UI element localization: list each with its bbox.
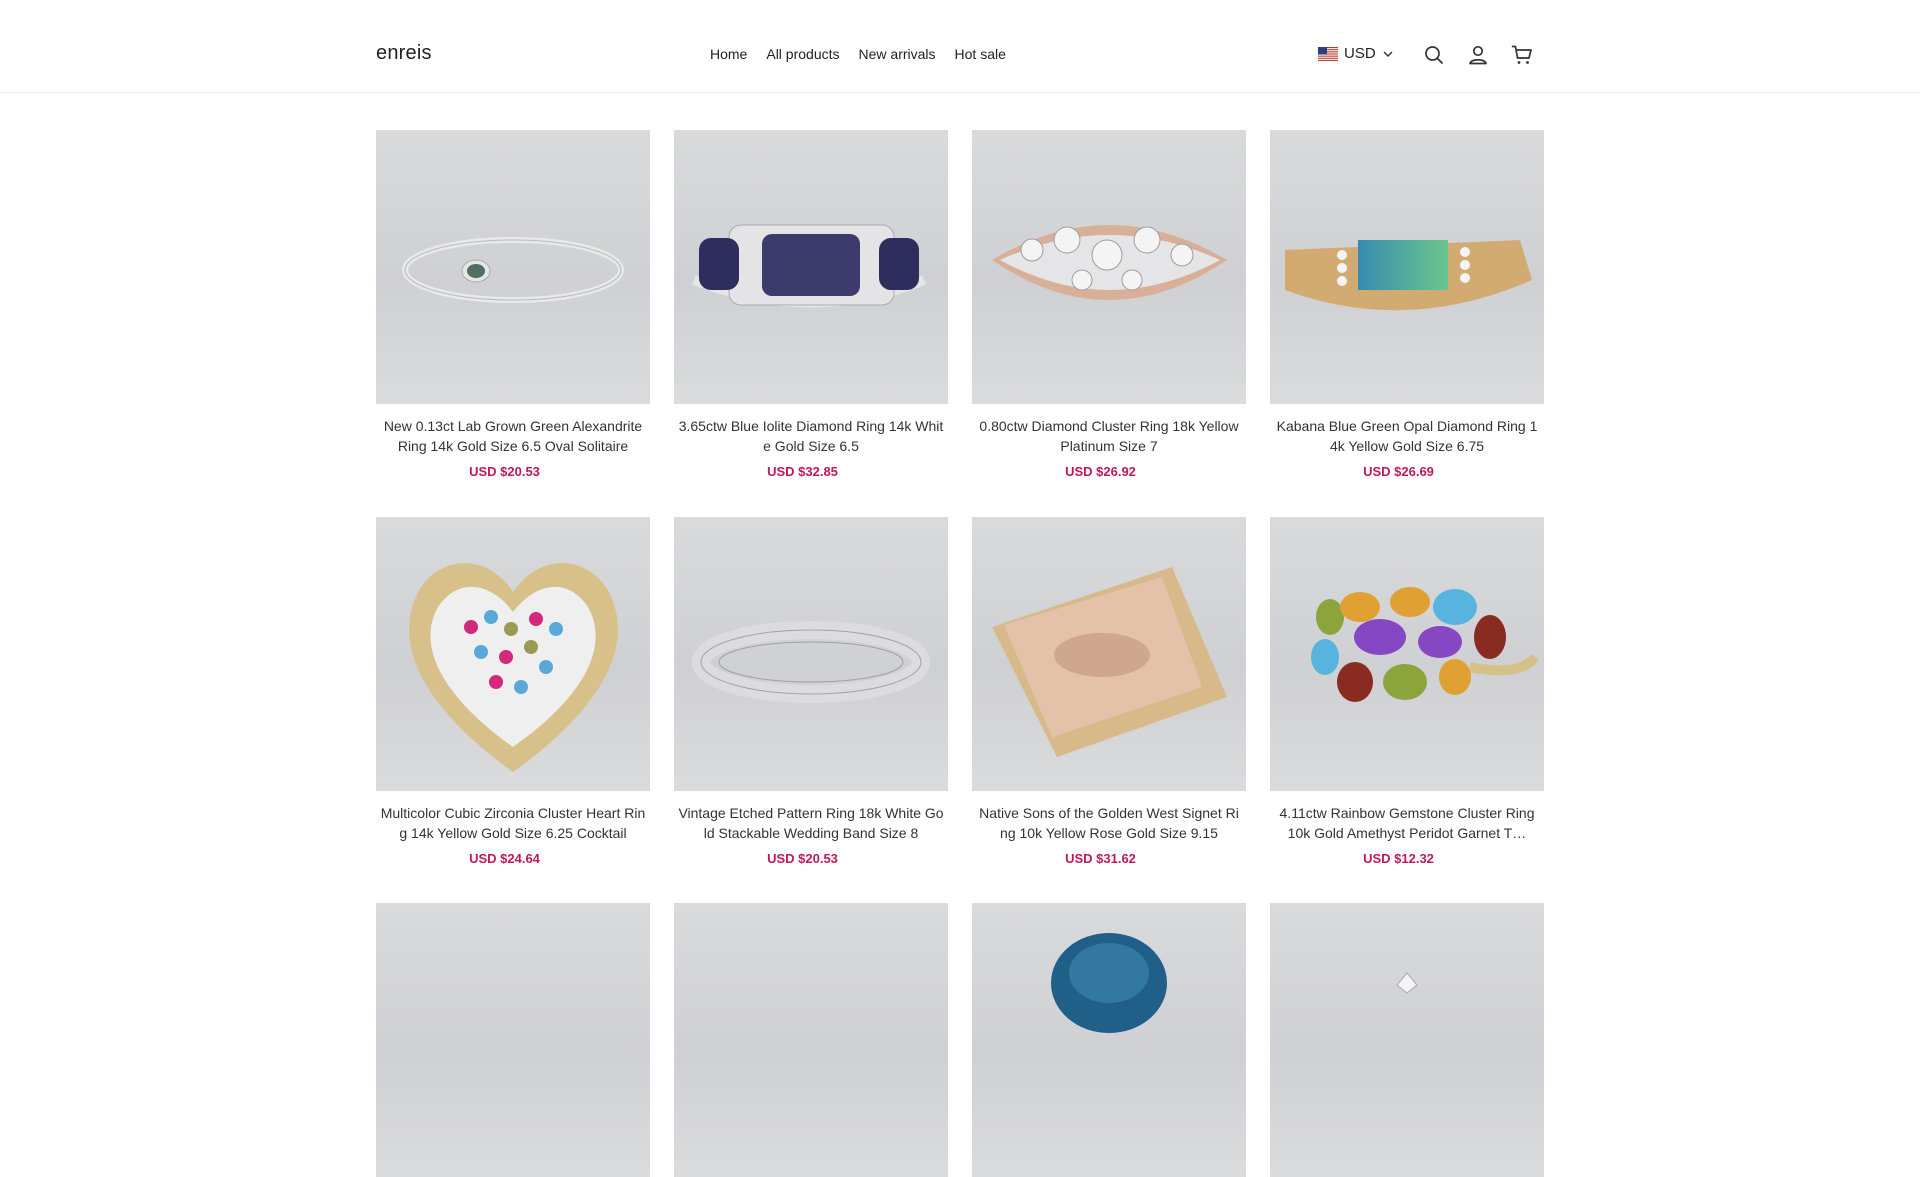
product-image[interactable]: [1270, 517, 1544, 791]
nav-hot-sale[interactable]: Hot sale: [955, 46, 1006, 62]
product-image[interactable]: [376, 903, 650, 1177]
product-card[interactable]: Vintage Etched Pattern Ring 18k White Go…: [674, 517, 948, 866]
ring-image-alexandrite: [402, 237, 624, 303]
chevron-down-icon: [1383, 51, 1393, 57]
us-flag-icon: [1318, 46, 1338, 61]
ring-image-heart: [409, 563, 618, 772]
product-image[interactable]: [376, 130, 650, 404]
user-icon[interactable]: [1466, 43, 1490, 67]
product-title[interactable]: Native Sons of the Golden West Signet Ri…: [972, 803, 1246, 843]
main-nav: Home All products New arrivals Hot sale: [710, 46, 1006, 62]
product-title[interactable]: Vintage Etched Pattern Ring 18k White Go…: [674, 803, 948, 843]
product-image[interactable]: [972, 517, 1246, 791]
product-card[interactable]: New 0.13ct Lab Grown Green Alexandrite R…: [376, 130, 650, 479]
product-card[interactable]: 0.80ctw Diamond Cluster Ring 18k Yellow …: [972, 130, 1246, 479]
brand-logo[interactable]: enreis: [376, 42, 432, 65]
product-price: USD $26.92: [1065, 464, 1136, 479]
product-title[interactable]: New 0.13ct Lab Grown Green Alexandrite R…: [376, 416, 650, 456]
product-image[interactable]: [972, 903, 1246, 1177]
ring-image-iolite: [692, 224, 926, 308]
product-title[interactable]: Multicolor Cubic Zirconia Cluster Heart …: [376, 803, 650, 843]
product-title[interactable]: 3.65ctw Blue Iolite Diamond Ring 14k Whi…: [674, 416, 948, 456]
product-price: USD $12.32: [1363, 851, 1434, 866]
ring-image-blue-topaz: [1051, 933, 1167, 1033]
search-icon[interactable]: [1422, 43, 1446, 67]
currency-selector[interactable]: USD: [1318, 45, 1394, 62]
product-card[interactable]: Multicolor Cubic Zirconia Cluster Heart …: [376, 517, 650, 866]
product-image[interactable]: [674, 130, 948, 404]
product-image[interactable]: [674, 517, 948, 791]
product-price: USD $20.53: [469, 464, 540, 479]
product-card[interactable]: Native Sons of the Golden West Signet Ri…: [972, 517, 1246, 866]
ring-image-signet: [992, 567, 1227, 757]
product-card[interactable]: 4.11ctw Rainbow Gemstone Cluster Ring 10…: [1270, 517, 1544, 866]
ring-image-opal: [1285, 240, 1532, 311]
product-image[interactable]: [1270, 903, 1544, 1177]
currency-code: USD: [1344, 45, 1376, 62]
product-price: USD $32.85: [767, 464, 838, 479]
product-title[interactable]: 4.11ctw Rainbow Gemstone Cluster Ring 10…: [1270, 803, 1544, 843]
ring-image-diamond-cluster: [992, 225, 1227, 300]
product-image[interactable]: [1270, 130, 1544, 404]
product-image[interactable]: [376, 517, 650, 791]
product-price: USD $26.69: [1363, 464, 1434, 479]
product-title[interactable]: 0.80ctw Diamond Cluster Ring 18k Yellow …: [972, 416, 1246, 456]
nav-all-products[interactable]: All products: [766, 46, 839, 62]
ring-image-band: [692, 621, 930, 703]
product-card[interactable]: [1270, 903, 1544, 1177]
product-card[interactable]: [674, 903, 948, 1177]
ring-image-rainbow-cluster: [1311, 587, 1539, 702]
product-title[interactable]: Kabana Blue Green Opal Diamond Ring 14k …: [1270, 416, 1544, 456]
nav-new-arrivals[interactable]: New arrivals: [859, 46, 936, 62]
product-image[interactable]: [972, 130, 1246, 404]
cart-icon[interactable]: [1510, 43, 1534, 67]
product-card[interactable]: 3.65ctw Blue Iolite Diamond Ring 14k Whi…: [674, 130, 948, 479]
ring-image-marquise: [1396, 972, 1418, 994]
product-price: USD $20.53: [767, 851, 838, 866]
nav-home[interactable]: Home: [710, 46, 747, 62]
product-image[interactable]: [674, 903, 948, 1177]
site-header: enreis Home All products New arrivals Ho…: [0, 0, 1920, 93]
product-price: USD $24.64: [469, 851, 540, 866]
product-card[interactable]: [972, 903, 1246, 1177]
product-card[interactable]: Kabana Blue Green Opal Diamond Ring 14k …: [1270, 130, 1544, 479]
product-card[interactable]: [376, 903, 650, 1177]
product-price: USD $31.62: [1065, 851, 1136, 866]
